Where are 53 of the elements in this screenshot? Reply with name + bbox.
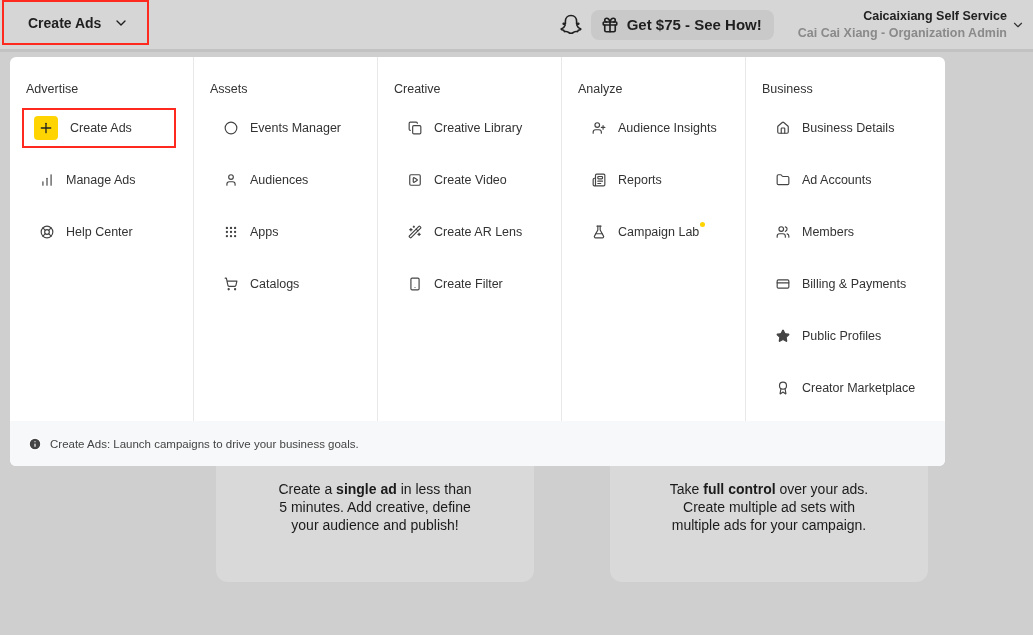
copy-icon — [408, 121, 422, 135]
menu-item[interactable]: Creative Library — [390, 108, 537, 148]
menu-item[interactable]: Public Profiles — [758, 316, 896, 356]
menu-item[interactable]: Audience Insights — [574, 108, 731, 148]
menu-item[interactable]: Apps — [206, 212, 293, 252]
newspaper-icon — [592, 173, 606, 187]
person-add-icon — [592, 121, 606, 135]
column-heading: Creative — [394, 82, 442, 96]
account-role: Cai Cai Xiang - Organization Admin — [797, 26, 1007, 40]
video-file-icon — [408, 173, 422, 187]
column-heading: Business — [762, 82, 814, 96]
house-icon — [776, 121, 790, 135]
grid-icon — [224, 225, 238, 239]
menu-item[interactable]: Manage Ads — [22, 160, 150, 200]
info-icon — [28, 436, 42, 451]
menu-item[interactable]: Catalogs — [206, 264, 314, 304]
promo-button[interactable]: Get $75 - See How! — [590, 9, 774, 40]
column-heading: Advertise — [26, 82, 80, 96]
credit-card-icon — [776, 277, 790, 291]
column-heading: Assets — [210, 82, 249, 96]
magic-wand-icon — [408, 225, 422, 239]
badge-icon — [776, 381, 790, 395]
menu-item[interactable]: Create Ads — [22, 108, 176, 148]
menu-item[interactable]: Events Manager — [206, 108, 356, 148]
menu-item[interactable]: Audiences — [206, 160, 323, 200]
menu-item[interactable]: Business Details — [758, 108, 909, 148]
circle-icon — [224, 121, 238, 135]
menu-item[interactable]: Help Center — [22, 212, 147, 252]
phone-icon — [408, 277, 422, 291]
lifebuoy-icon — [40, 225, 54, 239]
menu-item[interactable]: Create AR Lens — [390, 212, 537, 252]
people-icon — [776, 225, 790, 239]
gift-icon — [600, 15, 619, 34]
person-icon — [224, 173, 238, 187]
column-heading: Analyze — [578, 82, 624, 96]
folder-icon — [776, 173, 790, 187]
menu-item[interactable]: Members — [758, 212, 869, 252]
cart-icon — [224, 277, 238, 291]
star-icon — [776, 329, 790, 343]
flask-icon — [592, 225, 606, 239]
ghost-logo-icon — [558, 12, 583, 37]
card-description: Take full control over your ads. Create multiple ad sets with multiple ads for your campaign. — [668, 480, 870, 534]
menu-item[interactable]: Campaign Lab — [574, 212, 714, 252]
menu-item[interactable]: Creator Marketplace — [758, 368, 930, 408]
menu-item[interactable]: Reports — [574, 160, 676, 200]
account-name: Caicaixiang Self Service — [863, 9, 1007, 23]
bar-chart-icon — [40, 173, 54, 187]
card-description: Create a single ad in less than 5 minutes. Add creative, define your audience and publish! — [277, 480, 473, 534]
menu-item[interactable]: Create Video — [390, 160, 521, 200]
create-ads-menu-button[interactable]: Create Ads — [2, 0, 149, 45]
menu-item[interactable]: Create Filter — [390, 264, 517, 304]
menu-item[interactable]: Ad Accounts — [758, 160, 886, 200]
menu-item[interactable]: Billing & Payments — [758, 264, 921, 304]
